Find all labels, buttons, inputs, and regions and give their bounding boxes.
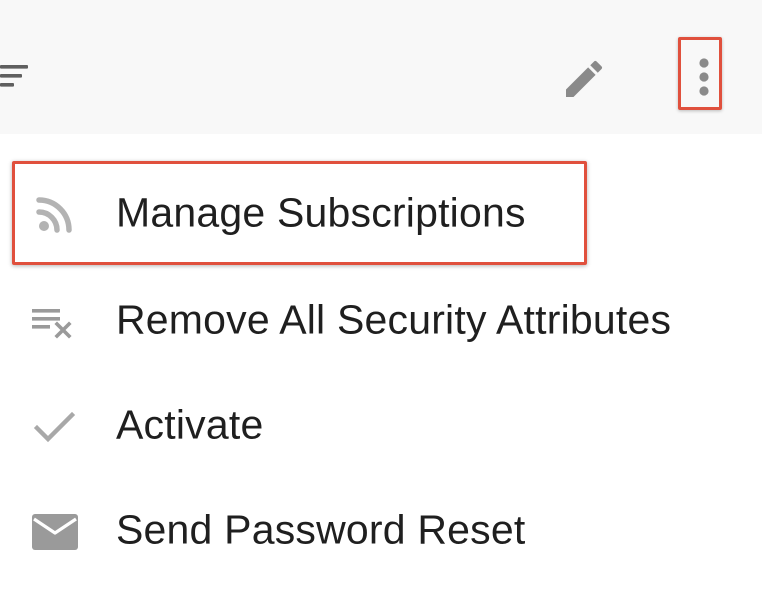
filter-list-icon[interactable] — [0, 62, 30, 92]
menu-item-remove-all-security-attributes[interactable]: Remove All Security Attributes — [0, 268, 762, 372]
more-button-highlight — [678, 37, 722, 110]
pencil-icon[interactable] — [560, 55, 608, 103]
menu-item-label: Activate — [116, 401, 264, 448]
clear-all-icon — [28, 296, 80, 348]
menu-item-activate[interactable]: Activate — [0, 373, 762, 477]
menu-item-label: Manage Subscriptions — [116, 189, 526, 236]
envelope-icon — [28, 506, 80, 558]
menu-item-send-password-reset[interactable]: Send Password Reset — [0, 478, 762, 582]
menu-item-label: Send Password Reset — [116, 506, 526, 553]
rss-feed-icon — [28, 189, 80, 241]
toolbar — [0, 0, 762, 135]
check-icon — [28, 401, 80, 453]
menu-item-label: Remove All Security Attributes — [116, 296, 672, 343]
menu-item-manage-subscriptions[interactable]: Manage Subscriptions — [0, 161, 762, 265]
actions-menu: Manage Subscriptions Remove All Security… — [0, 134, 762, 602]
